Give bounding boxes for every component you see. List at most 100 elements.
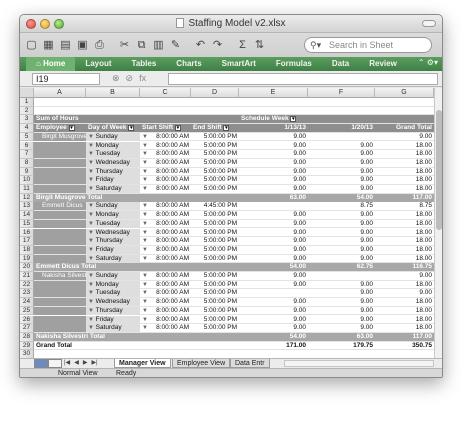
collapse-triangle-icon[interactable]: ▼ [88, 317, 96, 323]
next-sheet-icon[interactable]: ▶ [83, 359, 88, 368]
filter-dropdown-icon[interactable]: ▾ [128, 125, 135, 132]
collapse-triangle-icon[interactable]: ▼ [142, 229, 148, 237]
collapse-triangle-icon[interactable]: ▼ [88, 308, 96, 314]
search-field[interactable]: ⚲▾ Search in Sheet [304, 37, 432, 53]
collapse-triangle-icon[interactable]: ▼ [88, 299, 96, 305]
sheet-tab-data-entry[interactable]: Data Entr [230, 359, 270, 368]
column-header-g[interactable]: G [375, 88, 434, 98]
toolbar-toggle-button[interactable] [422, 20, 436, 27]
row-header[interactable]: 3 [20, 115, 34, 125]
enter-icon[interactable]: ⊘ [126, 73, 134, 84]
row-header[interactable]: 29 [20, 341, 34, 351]
format-painter-icon[interactable]: ✎ [168, 38, 183, 53]
cancel-icon[interactable]: ⊗ [112, 73, 120, 84]
collapse-triangle-icon[interactable]: ▼ [88, 325, 96, 331]
name-box[interactable]: I19 [32, 73, 100, 85]
filter-dropdown-icon[interactable]: ▾ [174, 125, 181, 132]
row-header[interactable]: 25 [20, 306, 34, 316]
row-header[interactable]: 4 [20, 124, 34, 133]
column-header-c[interactable]: C [140, 88, 191, 98]
tab-home[interactable]: ⌂ Home [26, 57, 76, 71]
open-icon[interactable]: ▤ [58, 38, 73, 53]
tab-tables[interactable]: Tables [122, 57, 167, 71]
collapse-triangle-icon[interactable]: ▼ [88, 290, 96, 296]
collapse-triangle-icon[interactable]: ▼ [142, 211, 148, 219]
column-header-f[interactable]: F [308, 88, 375, 98]
copy-icon[interactable]: ⧉ [134, 38, 149, 53]
collapse-triangle-icon[interactable]: ▼ [88, 177, 96, 183]
new-icon[interactable]: ▢ [24, 38, 39, 53]
redo-icon[interactable]: ↷ [210, 38, 225, 53]
tab-data[interactable]: Data [322, 57, 359, 71]
collapse-triangle-icon[interactable]: ▼ [88, 160, 96, 166]
collapse-triangle-icon[interactable]: ▼ [142, 316, 148, 324]
row-header[interactable]: 12 [20, 193, 34, 203]
collapse-triangle-icon[interactable]: ▼ [142, 202, 148, 210]
sheet-tab-manager-view[interactable]: Manager View [114, 359, 171, 368]
worksheet-grid[interactable]: A B C D E F G 1 2 3 Sum of Hours Schedule Week ▾ 4 Em… [20, 88, 434, 358]
horizontal-scrollbar[interactable] [284, 360, 434, 367]
collapse-triangle-icon[interactable]: ▼ [88, 186, 96, 192]
row-header[interactable]: 6 [20, 141, 34, 151]
vertical-scroll-thumb[interactable] [436, 110, 442, 230]
row-header[interactable]: 14 [20, 211, 34, 220]
collapse-triangle-icon[interactable]: ▼ [88, 238, 96, 244]
filter-dropdown-icon[interactable]: ▾ [68, 125, 75, 132]
collapse-triangle-icon[interactable]: ▼ [142, 142, 148, 150]
normal-view-button[interactable] [34, 359, 48, 368]
row-header[interactable]: 11 [20, 185, 34, 194]
row-header[interactable]: 8 [20, 158, 34, 168]
collapse-triangle-icon[interactable]: ▼ [142, 255, 148, 263]
tab-formulas[interactable]: Formulas [266, 57, 322, 71]
collapse-triangle-icon[interactable]: ▼ [88, 143, 96, 149]
row-header[interactable]: 13 [20, 202, 34, 212]
first-sheet-icon[interactable]: |◀ [64, 359, 70, 368]
cut-icon[interactable]: ✂ [117, 38, 132, 53]
collapse-triangle-icon[interactable]: ▼ [142, 185, 148, 193]
sheet-tab-employee-view[interactable]: Employee View [172, 359, 231, 368]
tab-layout[interactable]: Layout [75, 57, 121, 71]
row-header[interactable]: 19 [20, 254, 34, 264]
autosum-icon[interactable]: Σ [235, 38, 250, 53]
collapse-triangle-icon[interactable]: ▼ [142, 168, 148, 176]
collapse-triangle-icon[interactable]: ▼ [88, 247, 96, 253]
collapse-triangle-icon[interactable]: ▼ [88, 221, 96, 227]
collapse-triangle-icon[interactable]: ▼ [88, 273, 96, 279]
row-header[interactable]: 16 [20, 228, 34, 238]
last-sheet-icon[interactable]: ▶| [91, 359, 97, 368]
collapse-triangle-icon[interactable]: ▼ [142, 150, 148, 158]
collapse-triangle-icon[interactable]: ▼ [142, 272, 148, 280]
tab-charts[interactable]: Charts [166, 57, 211, 71]
collapse-triangle-icon[interactable]: ▼ [142, 289, 148, 297]
tab-smartart[interactable]: SmartArt [212, 57, 266, 71]
fx-icon[interactable]: fx [139, 73, 146, 84]
column-header-d[interactable]: D [191, 88, 239, 98]
row-header[interactable]: 1 [20, 98, 34, 107]
row-header[interactable]: 21 [20, 272, 34, 281]
collapse-triangle-icon[interactable]: ▼ [142, 307, 148, 315]
collapse-triangle-icon[interactable]: ▼ [142, 220, 148, 228]
collapse-triangle-icon[interactable]: ▼ [88, 203, 96, 209]
collapse-triangle-icon[interactable]: ▼ [88, 256, 96, 262]
prev-sheet-icon[interactable]: ◀ [74, 359, 79, 368]
collapse-triangle-icon[interactable]: ▼ [142, 298, 148, 306]
undo-icon[interactable]: ↶ [193, 38, 208, 53]
row-header[interactable]: 27 [20, 324, 34, 333]
collapse-triangle-icon[interactable]: ▼ [142, 281, 148, 289]
collapse-triangle-icon[interactable]: ▼ [88, 134, 96, 140]
row-header[interactable]: 24 [20, 298, 34, 307]
templates-icon[interactable]: ▦ [41, 38, 56, 53]
collapse-triangle-icon[interactable]: ▼ [142, 324, 148, 332]
row-header[interactable]: 5 [20, 132, 34, 142]
row-header[interactable]: 17 [20, 237, 34, 246]
page-layout-view-button[interactable] [48, 359, 62, 368]
row-header[interactable]: 30 [20, 350, 34, 358]
collapse-triangle-icon[interactable]: ▼ [142, 237, 148, 245]
vertical-scrollbar[interactable] [434, 88, 442, 358]
ribbon-options-icon[interactable]: ⌃ ⚙▾ [418, 58, 438, 67]
collapse-triangle-icon[interactable]: ▼ [142, 176, 148, 184]
row-header[interactable]: 23 [20, 289, 34, 299]
collapse-triangle-icon[interactable]: ▼ [88, 282, 96, 288]
row-header[interactable]: 9 [20, 167, 34, 177]
column-header-a[interactable]: A [34, 88, 86, 98]
